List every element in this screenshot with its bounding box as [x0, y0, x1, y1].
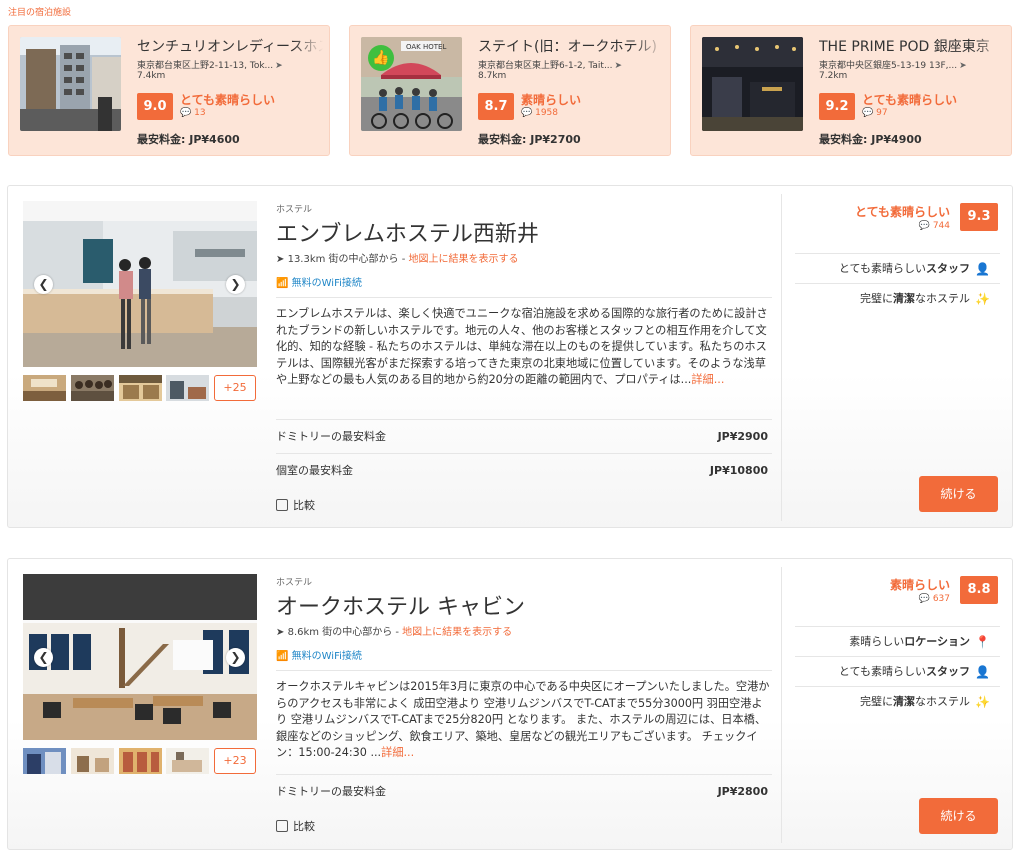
property-listing-card: ❮ ❯ +25 ホステル エンブレムホステル西新井 ➤ 13.3km 街の中心部…: [7, 185, 1013, 528]
property-description: オークホステルキャビンは2015年3月に東京の中心である中央区にオープンいたしま…: [276, 670, 772, 774]
lowest-price: 最安料金: JP¥4600: [137, 133, 240, 146]
rating-score: 8.8: [960, 576, 998, 604]
rating-score: 9.3: [960, 203, 998, 231]
read-more-link[interactable]: 詳細...: [381, 746, 414, 759]
feature-cleanliness: 完璧に清潔なホステル ✨: [795, 686, 1000, 716]
comment-icon: 💬: [918, 221, 930, 231]
comment-icon: 💬: [521, 108, 533, 118]
wifi-amenity: 📶 無料のWiFi接続: [276, 651, 362, 662]
continue-button[interactable]: 続ける: [919, 798, 998, 834]
dorm-price-row: ドミトリーの最安料金 JP¥2900: [276, 419, 772, 453]
navigation-arrow-icon: ➤: [276, 254, 285, 265]
rating-word: 素晴らしい: [521, 93, 582, 107]
location-pin-icon: 📍: [975, 635, 990, 649]
rating-word: 素晴らしい: [889, 578, 950, 592]
rating-score: 9.0: [137, 93, 173, 120]
featured-property-card[interactable]: THE PRIME POD 銀座東京 東京都中央区銀座5-13-19 13F,.…: [690, 25, 1012, 156]
comment-icon: 💬: [918, 594, 930, 604]
feature-location: 素晴らしいロケーション 📍: [795, 626, 1000, 656]
property-name[interactable]: ステイト(旧：オークホテル): [478, 36, 664, 56]
more-photos-button[interactable]: +25: [214, 375, 256, 401]
show-on-map-link[interactable]: 地図上に結果を表示する: [409, 254, 519, 265]
property-address: 東京都台東区東上野6-1-2, Tait... ➤: [478, 61, 623, 71]
property-thumbnail[interactable]: [20, 37, 121, 131]
photo-thumbnail[interactable]: [71, 748, 114, 774]
cleanliness-icon: ✨: [975, 695, 990, 709]
feature-cleanliness: 完璧に清潔なホステル ✨: [795, 283, 1000, 313]
featured-property-card[interactable]: センチュリオンレディースホステル上野公園 東京都台東区上野2-11-13, To…: [8, 25, 330, 156]
lowest-price: 最安料金: JP¥2700: [478, 133, 581, 146]
private-price-row: 個室の最安料金 JP¥10800: [276, 453, 772, 487]
featured-property-card[interactable]: OAK HOTEL 👍 ステイト(旧：オークホテル) 東京都台東区東上野6-1-…: [349, 25, 671, 156]
property-type: ホステル: [276, 578, 313, 588]
staff-icon: 👤: [975, 665, 990, 679]
svg-text:OAK HOTEL: OAK HOTEL: [406, 43, 446, 51]
rating-score: 9.2: [819, 93, 855, 120]
feature-staff: とても素晴らしいスタッフ 👤: [795, 656, 1000, 686]
review-count: 💬 637: [918, 594, 950, 604]
dorm-price-row: ドミトリーの最安料金 JP¥2800: [276, 774, 772, 808]
previous-photo-arrow-icon[interactable]: ❮: [34, 275, 53, 294]
thumbs-up-icon: 👍: [368, 45, 394, 71]
featured-label: 注目の宿泊施設: [8, 8, 72, 18]
photo-thumbnail[interactable]: [119, 748, 162, 774]
property-address: 東京都台東区上野2-11-13, Tok... ➤: [137, 61, 283, 71]
photo-thumbnail[interactable]: [23, 375, 66, 401]
property-name[interactable]: オークホステル キャビン: [276, 589, 525, 621]
photo-thumbnail[interactable]: [23, 748, 66, 774]
property-type: ホステル: [276, 205, 313, 215]
feature-staff: とても素晴らしいスタッフ 👤: [795, 253, 1000, 283]
next-photo-arrow-icon[interactable]: ❯: [226, 275, 245, 294]
photo-thumbnail[interactable]: [166, 748, 209, 774]
navigation-arrow-icon: ➤: [614, 61, 623, 71]
compare-checkbox[interactable]: 比較: [276, 818, 315, 834]
review-count: 💬 97: [862, 108, 888, 118]
property-listing-card: ❮ ❯ +23 ホステル オークホステル キャビン ➤ 8.6km 街の中心部か…: [7, 558, 1013, 850]
photo-thumbnail[interactable]: [119, 375, 162, 401]
rating-word: とても素晴らしい: [862, 93, 958, 107]
photo-thumbnail[interactable]: [71, 375, 114, 401]
property-distance: ➤ 13.3km 街の中心部から - 地図上に結果を表示する: [276, 254, 519, 265]
compare-checkbox[interactable]: 比較: [276, 497, 315, 513]
photo-thumbnail[interactable]: [166, 375, 209, 401]
lowest-price: 最安料金: JP¥4900: [819, 133, 922, 146]
wifi-icon: 📶: [276, 278, 289, 289]
wifi-amenity: 📶 無料のWiFi接続: [276, 278, 362, 289]
property-name[interactable]: エンブレムホステル西新井: [276, 216, 539, 248]
rating-word: とても素晴らしい: [854, 205, 950, 219]
navigation-arrow-icon: ➤: [276, 627, 285, 638]
property-thumbnail[interactable]: OAK HOTEL 👍: [361, 37, 462, 131]
next-photo-arrow-icon[interactable]: ❯: [226, 648, 245, 667]
navigation-arrow-icon: ➤: [959, 61, 967, 71]
property-description: エンブレムホステルは、楽しく快適でユニークな宿泊施設を求める国際的な旅行者のため…: [276, 297, 772, 413]
wifi-icon: 📶: [276, 651, 289, 662]
continue-button[interactable]: 続ける: [919, 476, 998, 512]
property-name[interactable]: センチュリオンレディースホステル上野公園: [137, 36, 323, 56]
previous-photo-arrow-icon[interactable]: ❮: [34, 648, 53, 667]
rating-word: とても素晴らしい: [180, 93, 276, 107]
property-distance: 8.7km: [478, 71, 507, 81]
review-count: 💬 744: [918, 221, 950, 231]
property-main-photo[interactable]: ❮ ❯: [23, 201, 257, 367]
rating-score: 8.7: [478, 93, 514, 120]
property-distance: ➤ 8.6km 街の中心部から - 地図上に結果を表示する: [276, 627, 513, 638]
read-more-link[interactable]: 詳細...: [691, 373, 724, 386]
staff-icon: 👤: [975, 262, 990, 276]
property-main-photo[interactable]: ❮ ❯: [23, 574, 257, 740]
navigation-arrow-icon: ➤: [275, 61, 283, 71]
property-thumbnail[interactable]: [702, 37, 803, 131]
property-distance: 7.2km: [819, 71, 848, 81]
comment-icon: 💬: [862, 108, 874, 118]
property-name[interactable]: THE PRIME POD 銀座東京: [819, 36, 1005, 56]
review-count: 💬 13: [180, 108, 206, 118]
more-photos-button[interactable]: +23: [214, 748, 256, 774]
comment-icon: 💬: [180, 108, 192, 118]
show-on-map-link[interactable]: 地図上に結果を表示する: [402, 627, 512, 638]
property-address: 東京都中央区銀座5-13-19 13F,... ➤: [819, 61, 967, 71]
property-distance: 7.4km: [137, 71, 166, 81]
cleanliness-icon: ✨: [975, 292, 990, 306]
review-count: 💬 1958: [521, 108, 558, 118]
